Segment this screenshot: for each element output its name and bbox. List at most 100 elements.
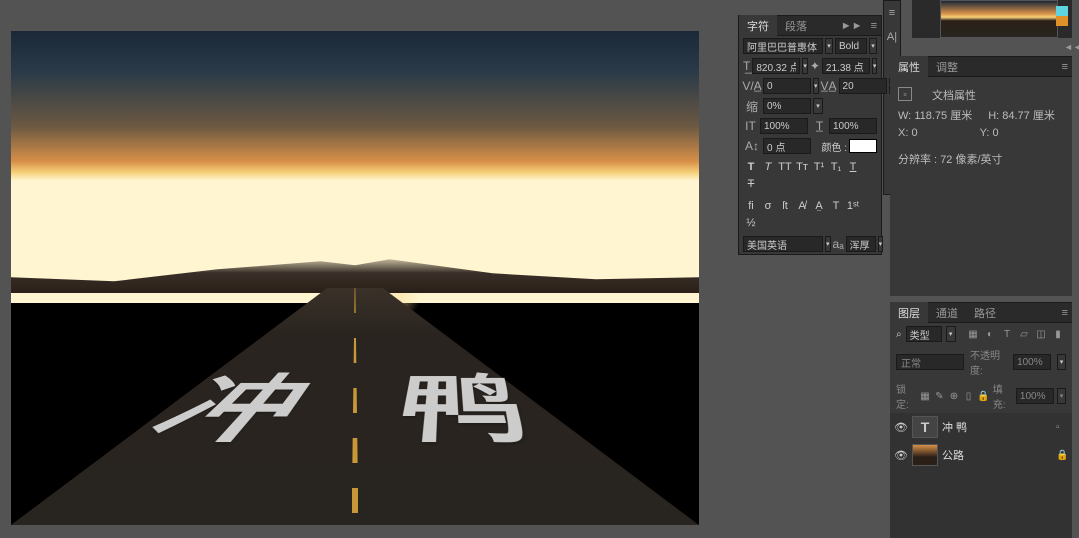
resolution-label: 分辨率 : [898, 154, 937, 166]
language-dropdown[interactable]: ▾ [825, 236, 831, 252]
kerning-input[interactable] [763, 78, 811, 94]
panel-collapse[interactable]: ►► [837, 20, 867, 32]
leading-input[interactable] [822, 58, 870, 74]
text-style-buttons: T T TT Tᴛ T¹ T₁ T T [739, 156, 881, 195]
hscale-input[interactable] [829, 118, 877, 134]
layer-thumbnail-image[interactable] [912, 444, 938, 466]
lock-position-icon[interactable]: ⊕ [948, 390, 960, 403]
height-label: H: [988, 110, 999, 122]
strikethrough-button[interactable]: T [743, 176, 759, 192]
filter-shape-icon[interactable]: ▱ [1016, 326, 1032, 342]
tab-paths[interactable]: 路径 [966, 302, 1004, 324]
text-color-swatch[interactable] [849, 139, 877, 153]
underline-button[interactable]: T [845, 159, 861, 175]
swash-button[interactable]: A̸ [794, 198, 810, 214]
char-panel-tabs: 字符 段落 ►► ≡ [739, 16, 881, 36]
layer-filter-dropdown[interactable]: ▾ [946, 326, 956, 342]
road-text[interactable]: 冲 鸭 [117, 358, 594, 464]
collapse-icon[interactable]: ◄◄ [1064, 42, 1076, 54]
leading-icon: ✦ [810, 58, 820, 74]
tracking-input[interactable] [839, 78, 887, 94]
panel-menu-icon[interactable]: ≡ [867, 20, 881, 32]
font-style-dropdown[interactable]: ▾ [869, 38, 877, 54]
baseline-icon: A↕ [743, 138, 761, 154]
layer-item-background[interactable]: 👁 公路 🔒 [890, 441, 1072, 469]
opacity-dropdown[interactable]: ▾ [1057, 354, 1066, 370]
canvas-image: 冲 鸭 [11, 31, 699, 525]
opacity-input[interactable] [1013, 354, 1051, 370]
filter-pixel-icon[interactable]: ▦ [965, 326, 981, 342]
visibility-toggle[interactable]: 👁 [894, 420, 908, 434]
font-style-select[interactable] [835, 38, 867, 54]
language-select[interactable] [743, 236, 823, 252]
layer-item-text[interactable]: 👁 T 冲 鸭 ▫ [890, 413, 1072, 441]
tab-paragraph[interactable]: 段落 [777, 15, 815, 37]
layer-name[interactable]: 冲 鸭 [942, 419, 1052, 435]
contextual-button[interactable]: σ [760, 198, 776, 214]
opentype-buttons: fi σ ſt A̸ A̤ T 1ˢᵗ ½ [739, 195, 881, 234]
stylistic-button[interactable]: A̤ [811, 198, 827, 214]
italic-button[interactable]: T [760, 159, 776, 175]
titling-button[interactable]: T [828, 198, 844, 214]
paragraph-panel-icon[interactable]: ≡ [884, 5, 900, 21]
tab-layers[interactable]: 图层 [890, 302, 928, 324]
lock-label: 锁定: [896, 381, 916, 411]
font-size-input[interactable] [752, 58, 800, 74]
leading-dropdown[interactable]: ▾ [872, 58, 878, 74]
resolution-value: 72 像素/英寸 [940, 154, 1002, 166]
smallcaps-button[interactable]: Tᴛ [794, 159, 810, 175]
swatch-cyan[interactable] [1056, 6, 1068, 16]
character-panel: 字符 段落 ►► ≡ ▾ ▾ T͟ ▾ ✦ ▾ V/A̲ ▾ V̲A̲ ▾ 缩 … [738, 15, 882, 255]
tab-character[interactable]: 字符 [739, 15, 777, 37]
layer-thumbnail-text[interactable]: T [912, 416, 938, 438]
bold-button[interactable]: T [743, 159, 759, 175]
lock-pixels-icon[interactable]: ▦ [919, 390, 931, 403]
allcaps-button[interactable]: TT [777, 159, 793, 175]
font-family-dropdown[interactable]: ▾ [825, 38, 833, 54]
kerning-dropdown[interactable]: ▾ [813, 78, 819, 94]
layer-fx-icon[interactable]: ▫ [1056, 422, 1068, 433]
layer-lock-icon[interactable]: 🔒 [1056, 450, 1068, 461]
antialias-select[interactable] [846, 236, 876, 252]
ordinals-button[interactable]: 1ˢᵗ [845, 198, 861, 214]
canvas-area[interactable]: 冲 鸭 [11, 31, 699, 525]
ligatures-button[interactable]: fi [743, 198, 759, 214]
x-value: 0 [911, 127, 917, 139]
tab-adjustments[interactable]: 调整 [928, 56, 966, 78]
navigator-thumbnail[interactable] [940, 0, 1058, 38]
vscale-icon: IT [743, 118, 758, 134]
layer-filter-select[interactable] [906, 326, 942, 342]
lock-artboard-icon[interactable]: ▯ [963, 390, 975, 403]
props-menu-icon[interactable]: ≡ [1058, 61, 1072, 73]
tab-channels[interactable]: 通道 [928, 302, 966, 324]
scale-input[interactable] [763, 98, 811, 114]
fractions-button[interactable]: ½ [743, 215, 759, 231]
filter-smart-icon[interactable]: ◫ [1033, 326, 1049, 342]
swatch-orange[interactable] [1056, 16, 1068, 26]
vscale-input[interactable] [760, 118, 808, 134]
color-swatches [1056, 6, 1068, 26]
filter-adjustment-icon[interactable]: ◐ [982, 326, 998, 342]
filter-type-icon[interactable]: T [999, 326, 1015, 342]
tab-properties[interactable]: 属性 [890, 56, 928, 78]
superscript-button[interactable]: T¹ [811, 159, 827, 175]
blend-mode-select[interactable] [896, 354, 964, 370]
layers-menu-icon[interactable]: ≡ [1058, 307, 1072, 319]
font-size-dropdown[interactable]: ▾ [802, 58, 808, 74]
subscript-button[interactable]: T₁ [828, 159, 844, 175]
scale-dropdown[interactable]: ▾ [813, 98, 823, 114]
lock-brush-icon[interactable]: ✎ [934, 390, 946, 403]
layer-name[interactable]: 公路 [942, 447, 1052, 463]
discretionary-button[interactable]: ſt [777, 198, 793, 214]
scale-icon: 缩 [743, 98, 761, 114]
baseline-input[interactable] [763, 138, 811, 154]
filter-toggle-icon[interactable]: ▮ [1050, 326, 1066, 342]
antialias-dropdown[interactable]: ▾ [878, 236, 884, 252]
font-family-select[interactable] [743, 38, 823, 54]
fill-input[interactable] [1016, 388, 1054, 404]
lock-all-icon[interactable]: 🔒 [977, 390, 989, 403]
doc-properties-label: 文档属性 [932, 87, 976, 103]
visibility-toggle[interactable]: 👁 [894, 448, 908, 462]
character-panel-icon[interactable]: A| [884, 29, 900, 45]
fill-dropdown[interactable]: ▾ [1057, 388, 1066, 404]
